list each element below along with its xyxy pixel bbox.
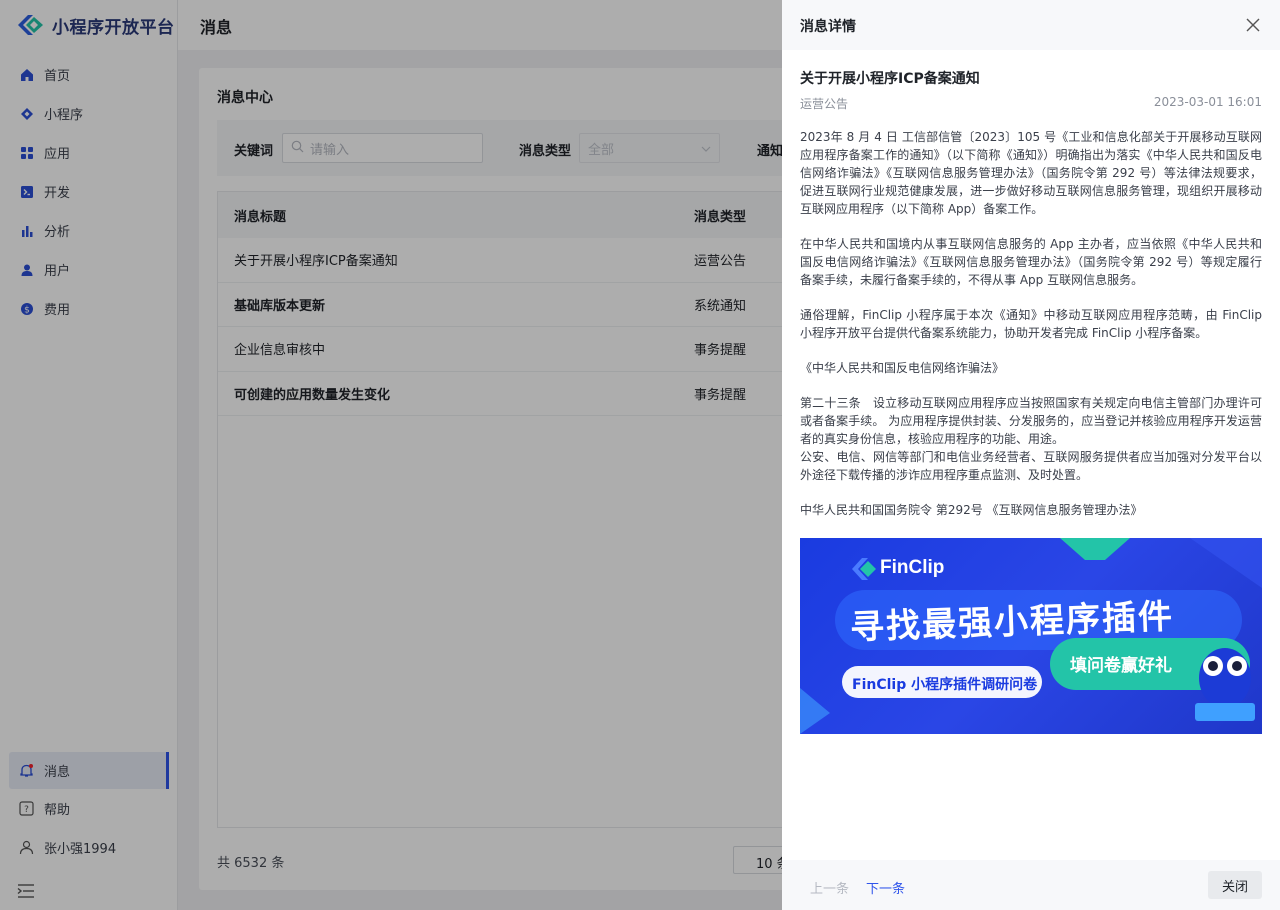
content-paragraph: 《中华人民共和国反电信网络诈骗法》: [800, 361, 1005, 375]
banner-subtitle: FinClip 小程序插件调研问卷: [852, 677, 1038, 693]
content-paragraph: 2023年 8 月 4 日 工信部信管〔2023〕105 号《工业和信息化部关于…: [800, 130, 1262, 216]
close-button[interactable]: 关闭: [1208, 871, 1262, 899]
content-paragraph: 在中华人民共和国境内从事互联网信息服务的 App 主办者，应当依照《中华人民共和…: [800, 237, 1262, 287]
content-paragraph: 公安、电信、网信等部门和电信业务经营者、互联网服务提供者应当加强对分发平台以外途…: [800, 450, 1262, 482]
drawer-footer: 上一条 下一条 关闭: [782, 860, 1280, 910]
content-paragraph: 中华人民共和国国务院令 第292号 《互联网信息服务管理办法》: [800, 503, 1143, 517]
close-icon[interactable]: [1246, 18, 1260, 32]
promo-banner[interactable]: FinClip 寻找最强小程序插件 FinClip 小程序插件调研问卷 填问卷赢…: [800, 538, 1262, 734]
notice-type: 运营公告: [800, 97, 849, 111]
notice-title: 关于开展小程序ICP备案通知: [800, 71, 980, 87]
prev-button[interactable]: 上一条: [810, 878, 849, 897]
drawer-header: 消息详情: [782, 0, 1280, 50]
content-paragraph: 第二十三条 设立移动互联网应用程序应当按照国家有关规定向电信主管部门办理许可或者…: [800, 396, 1262, 446]
notice-content: 2023年 8 月 4 日 工信部信管〔2023〕105 号《工业和信息化部关于…: [800, 128, 1262, 536]
banner-badge: 填问卷赢好礼: [1070, 656, 1172, 676]
drawer-title: 消息详情: [800, 19, 856, 35]
banner-brand: FinClip: [880, 557, 945, 578]
notice-time: 2023-03-01 16:01: [1153, 95, 1262, 109]
message-detail-drawer: 消息详情 关于开展小程序ICP备案通知 运营公告 2023-03-01 16:0…: [782, 0, 1280, 910]
next-button[interactable]: 下一条: [866, 878, 905, 897]
content-paragraph: 通俗理解，FinClip 小程序属于本次《通知》中移动互联网应用程序范畴，由 F…: [800, 308, 1262, 340]
